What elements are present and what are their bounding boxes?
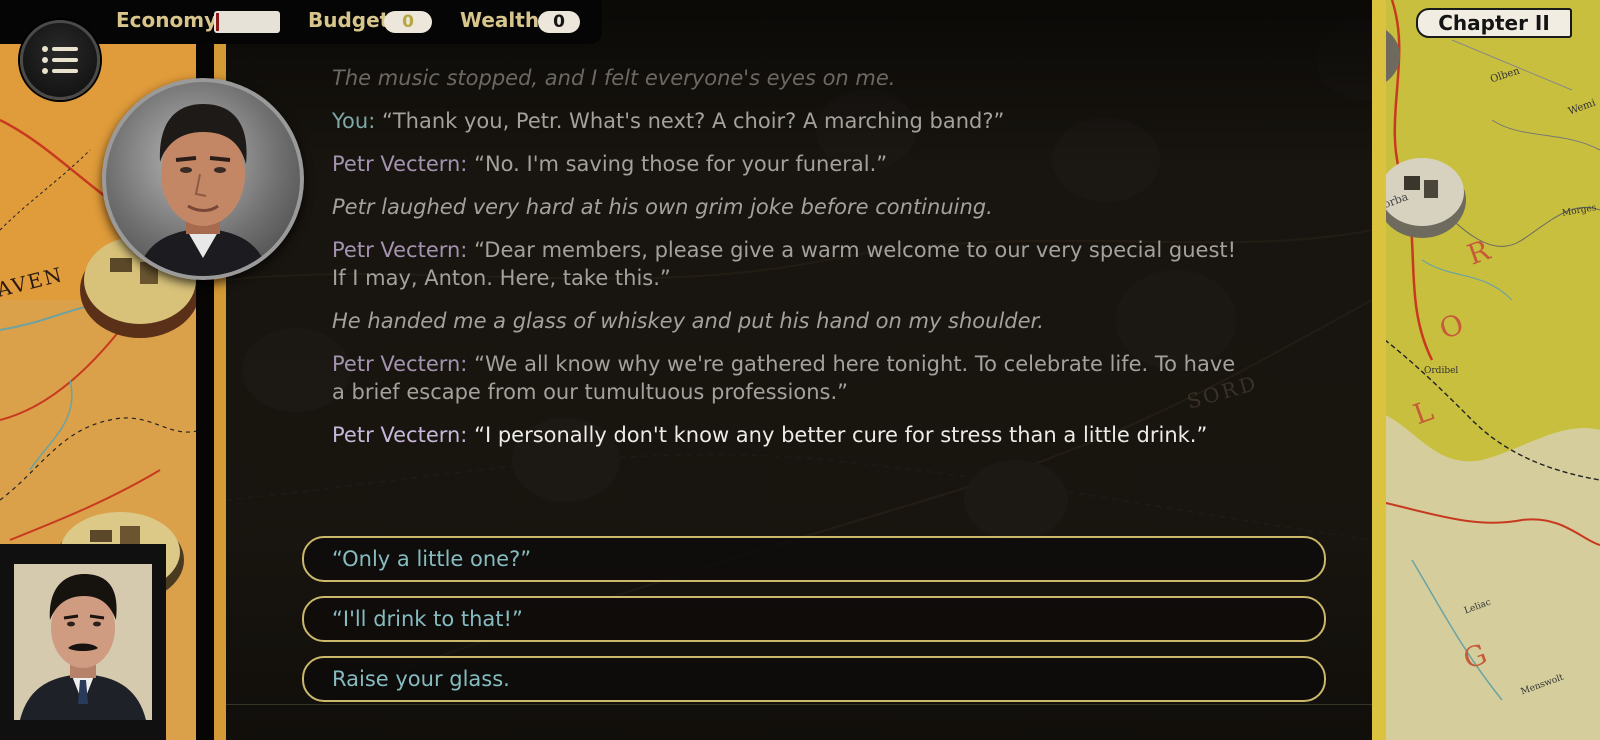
economy-label: Economy	[116, 8, 218, 32]
dialogue-line: Petr Vectern: “No. I'm saving those for …	[332, 150, 1252, 178]
line-text: “We all know why we're gathered here ton…	[332, 352, 1236, 404]
dialogue-choice-button[interactable]: “I'll drink to that!”	[302, 596, 1326, 642]
panel-bottom-divider	[226, 704, 1372, 705]
budget-label: Budget	[308, 8, 390, 32]
dialogue-choice-button[interactable]: “Only a little one?”	[302, 536, 1326, 582]
player-face-illustration	[14, 564, 152, 720]
dialogue-line-narration: He handed me a glass of whiskey and put …	[332, 307, 1252, 335]
line-text: “I personally don't know any better cure…	[474, 423, 1208, 447]
line-text: “Thank you, Petr. What's next? A choir? …	[381, 109, 1005, 133]
player-portrait	[0, 544, 166, 740]
dialogue-line-narration: drunk. He made an elaborate mock-curtsy …	[332, 66, 1252, 92]
speaker-name: Petr Vectern:	[332, 423, 468, 447]
line-text: “No. I'm saving those for your funeral.”	[474, 152, 888, 176]
speaker-name: Petr Vectern:	[332, 152, 468, 176]
list-menu-icon	[42, 46, 78, 74]
map-label-ordibel: Ordibel	[1424, 366, 1459, 376]
speaker-name: Petr Vectern:	[332, 238, 468, 262]
dialogue-line: You: “Thank you, Petr. What's next? A ch…	[332, 107, 1252, 135]
line-text: Petr laughed very hard at his own grim j…	[332, 195, 993, 219]
player-portrait-frame	[14, 564, 152, 720]
wealth-label: Wealth	[460, 8, 540, 32]
dialogue-panel: SORD drunk. He made an elaborate mock-cu…	[226, 0, 1372, 740]
budget-value-badge[interactable]: 0	[384, 11, 432, 33]
dialogue-line-narration: Petr laughed very hard at his own grim j…	[332, 193, 1252, 221]
economy-meter[interactable]	[214, 11, 280, 33]
wealth-value-badge[interactable]: 0	[538, 11, 580, 33]
dialogue-line: Petr Vectern: “Dear members, please give…	[332, 236, 1252, 292]
npc-face-illustration	[136, 104, 270, 276]
line-text: He handed me a glass of whiskey and put …	[332, 309, 1044, 333]
chapter-indicator[interactable]: Chapter II	[1416, 8, 1572, 38]
map-right-region[interactable]: Olben Wemi Morba Morges Ordibel Leliac M…	[1372, 0, 1600, 740]
dialogue-line-current: Petr Vectern: “I personally don't know a…	[332, 421, 1252, 449]
line-text: drunk. He made an elaborate mock-curtsy …	[332, 66, 896, 90]
dialogue-choice-button[interactable]: Raise your glass.	[302, 656, 1326, 702]
npc-portrait	[102, 78, 304, 280]
dialogue-line: Petr Vectern: “We all know why we're gat…	[332, 350, 1252, 406]
economy-meter-fill	[216, 13, 219, 31]
map-right-terrain	[1372, 0, 1600, 740]
dialogue-transcript[interactable]: drunk. He made an elaborate mock-curtsy …	[332, 66, 1252, 510]
line-text: “Dear members, please give a warm welcom…	[332, 238, 1237, 290]
speaker-name: You:	[332, 109, 376, 133]
panel-rail-right-gold	[1372, 0, 1386, 740]
speaker-name: Petr Vectern:	[332, 352, 468, 376]
menu-button[interactable]	[20, 20, 100, 100]
